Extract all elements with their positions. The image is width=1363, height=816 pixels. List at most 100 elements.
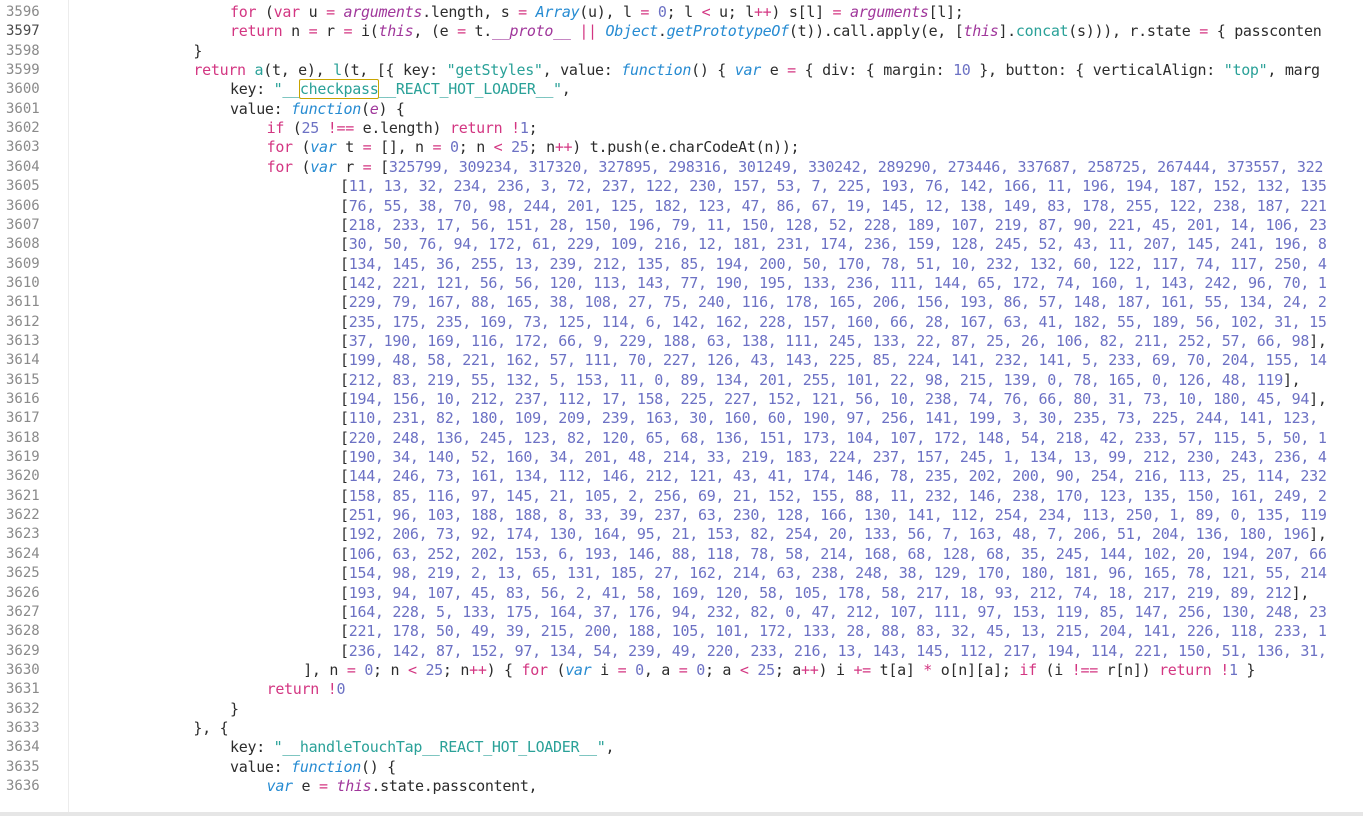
code-token: 154, 98, 219, 2, 13, 65, 131, 185, 27, 1…: [348, 564, 1327, 583]
code-line[interactable]: value: function() {: [230, 758, 396, 777]
line-number: 3609: [6, 255, 40, 272]
code-token: t.: [465, 22, 493, 41]
code-token: 229, 79, 167, 88, 165, 38, 108, 27, 75, …: [348, 293, 1327, 312]
code-token: for: [266, 138, 294, 157]
code-token: , marg: [1267, 61, 1320, 80]
code-token: 30, 50, 76, 94, 172, 61, 229, 109, 216, …: [348, 235, 1327, 254]
line-number: 3625: [6, 565, 40, 582]
code-token: 25: [511, 138, 529, 157]
line-number: 3636: [6, 778, 40, 794]
code-line[interactable]: [236, 142, 87, 152, 97, 134, 54, 239, 49…: [340, 642, 1327, 661]
code-line[interactable]: key: "__handleTouchTap__REACT_HOT_LOADER…: [230, 738, 614, 757]
code-token: 0: [336, 680, 346, 699]
code-line[interactable]: var e = this.state.passcontent,: [267, 777, 538, 796]
horizontal-scrollbar[interactable]: [0, 812, 1363, 816]
line-number: 3600: [6, 81, 40, 98]
code-line[interactable]: return a(t, e), l(t, [{ key: "getStyles"…: [193, 61, 1320, 80]
code-token: var: [273, 3, 301, 21]
code-line[interactable]: return !0: [267, 680, 346, 699]
code-line[interactable]: [193, 94, 107, 45, 83, 56, 2, 41, 58, 16…: [340, 584, 1309, 603]
code-line[interactable]: for (var t = [], n = 0; n < 25; n++) t.p…: [267, 138, 800, 157]
code-token: 134, 145, 36, 255, 13, 239, 212, 135, 85…: [348, 254, 1327, 273]
code-token: 193, 94, 107, 45, 83, 56, 2, 41, 58, 169…: [348, 583, 1292, 602]
code-token: arguments: [850, 3, 929, 21]
code-token: }: [193, 41, 203, 60]
code-line[interactable]: ], n = 0; n < 25; n++) { for (var i = 0,…: [303, 661, 1255, 680]
code-token: ;: [528, 119, 538, 138]
code-token: , (e: [413, 22, 458, 41]
code-line[interactable]: [192, 206, 73, 92, 174, 130, 164, 95, 21…: [340, 525, 1327, 544]
code-token: __REACT_HOT_LOADER__": [378, 80, 562, 99]
code-token: 25: [757, 660, 775, 679]
code-token: "top": [1223, 61, 1268, 80]
code-token: [: [340, 448, 349, 467]
line-number: 3599: [6, 62, 40, 79]
code-token: u; l: [710, 3, 754, 21]
code-token: !: [511, 119, 520, 138]
code-line[interactable]: [134, 145, 36, 255, 13, 239, 212, 135, 8…: [340, 255, 1327, 274]
line-number: 3629: [6, 642, 40, 659]
code-token: __proto__: [492, 22, 571, 41]
code-line[interactable]: [154, 98, 219, 2, 13, 65, 131, 185, 27, …: [340, 564, 1327, 583]
code-token: (t, [{ key:: [341, 61, 447, 80]
code-line[interactable]: return n = r = i(this, (e = t.__proto__ …: [230, 22, 1322, 41]
code-line[interactable]: }, {: [193, 719, 228, 738]
code-token: 220, 248, 136, 245, 123, 82, 120, 65, 68…: [348, 428, 1327, 447]
code-line[interactable]: [190, 34, 140, 52, 160, 34, 201, 48, 214…: [340, 448, 1327, 467]
code-line[interactable]: [76, 55, 38, 70, 98, 244, 201, 125, 182,…: [340, 197, 1327, 216]
code-line[interactable]: [158, 85, 116, 97, 145, 21, 105, 2, 256,…: [340, 487, 1327, 506]
code-line[interactable]: key: "__checkpass__REACT_HOT_LOADER__",: [230, 79, 571, 100]
code-line[interactable]: [106, 63, 252, 202, 153, 6, 193, 146, 88…: [340, 545, 1327, 564]
line-number: 3635: [6, 758, 40, 775]
code-line[interactable]: [251, 96, 103, 188, 188, 8, 33, 39, 237,…: [340, 506, 1327, 525]
line-number-gutter: 3596 3597 3598 3599 3600 3601 3602 3603 3604 3605…: [0, 0, 69, 816]
code-token: =: [1199, 22, 1208, 41]
code-token: [: [340, 622, 349, 641]
code-token: }: [230, 699, 239, 718]
code-line[interactable]: value: function(e) {: [230, 100, 405, 119]
code-line[interactable]: [142, 221, 121, 56, 56, 120, 113, 143, 7…: [340, 274, 1327, 293]
code-line[interactable]: [199, 48, 58, 221, 162, 57, 111, 70, 227…: [340, 351, 1327, 370]
code-line[interactable]: for (var r = [325799, 309234, 317320, 32…: [266, 157, 1324, 177]
code-token: value:: [230, 99, 292, 118]
code-token: ],: [1282, 370, 1301, 389]
code-token: }, {: [193, 718, 229, 737]
code-line[interactable]: [229, 79, 167, 88, 165, 38, 108, 27, 75,…: [340, 293, 1327, 312]
code-line[interactable]: [218, 233, 17, 56, 151, 28, 150, 196, 79…: [340, 216, 1327, 235]
code-line[interactable]: if (25 !== e.length) return !1;: [267, 119, 538, 138]
code-token: for: [266, 157, 294, 176]
code-line[interactable]: [30, 50, 76, 94, 172, 61, 229, 109, 216,…: [340, 235, 1327, 254]
code-token: 25: [301, 119, 320, 138]
code-token: [: [340, 583, 349, 602]
code-line[interactable]: for (var u = arguments.length, s = Array…: [230, 3, 964, 22]
code-token: [l];: [928, 3, 964, 21]
code-line[interactable]: }: [230, 700, 239, 719]
code-line[interactable]: [110, 231, 82, 180, 109, 209, 239, 163, …: [340, 409, 1318, 428]
code-editor[interactable]: 3596 3597 3598 3599 3600 3601 3602 3603 3604 3605…: [0, 0, 1363, 816]
code-token: var: [565, 660, 592, 679]
code-token: }: [1237, 660, 1256, 679]
code-token: { passconten: [1208, 22, 1322, 41]
code-token: return: [193, 61, 246, 80]
code-line[interactable]: [212, 83, 219, 55, 132, 5, 153, 11, 0, 8…: [340, 370, 1301, 390]
code-token: [: [340, 428, 349, 447]
line-number: 3622: [6, 507, 40, 524]
code-line[interactable]: [220, 248, 136, 245, 123, 82, 120, 65, 6…: [340, 429, 1327, 448]
code-line[interactable]: [144, 246, 73, 161, 134, 112, 146, 212, …: [340, 467, 1327, 486]
code-token: [: [371, 157, 389, 176]
code-line[interactable]: }: [193, 42, 202, 61]
code-token: =: [640, 3, 650, 21]
code-line[interactable]: [11, 13, 32, 234, 236, 3, 72, 237, 122, …: [340, 177, 1327, 196]
line-number: 3620: [6, 468, 40, 485]
code-line[interactable]: [221, 178, 50, 49, 39, 215, 200, 188, 10…: [340, 622, 1327, 641]
code-token: i(: [352, 22, 379, 41]
code-area[interactable]: for (var u = arguments.length, s = Array…: [68, 0, 1363, 816]
code-line[interactable]: [37, 190, 169, 116, 172, 66, 9, 229, 188…: [340, 332, 1327, 351]
code-line[interactable]: [164, 228, 5, 133, 175, 164, 37, 176, 94…: [340, 603, 1327, 622]
code-line[interactable]: [235, 175, 235, 169, 73, 125, 114, 6, 14…: [340, 313, 1327, 332]
code-line[interactable]: [194, 156, 10, 212, 237, 112, 17, 158, 2…: [340, 390, 1327, 409]
